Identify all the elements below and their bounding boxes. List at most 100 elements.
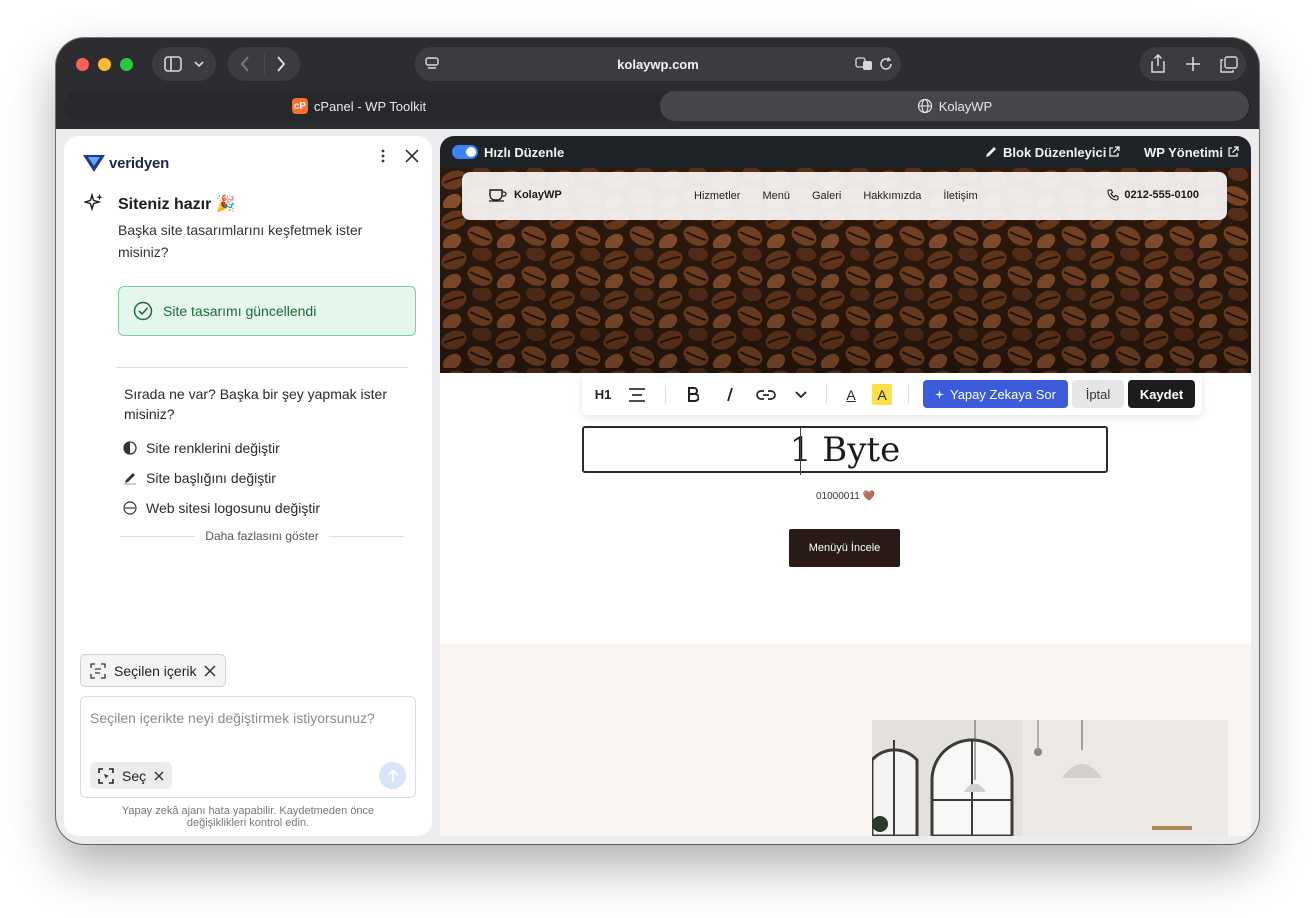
about-section xyxy=(440,644,1251,836)
cancel-button[interactable]: İptal xyxy=(1072,380,1124,408)
show-more[interactable]: Daha fazlasını göster xyxy=(120,529,404,543)
nav-link-services[interactable]: Hizmetler xyxy=(694,190,740,202)
brand-logo: veridyen xyxy=(82,153,169,173)
show-more-label: Daha fazlasını göster xyxy=(205,529,319,543)
site-phone[interactable]: 0212-555-0100 xyxy=(1107,189,1199,201)
more-format-button[interactable] xyxy=(790,382,812,407)
pick-element-chip[interactable]: Seç xyxy=(90,762,173,789)
translate-icon[interactable] xyxy=(855,57,873,71)
text-caret xyxy=(800,428,801,475)
send-button[interactable] xyxy=(379,762,406,789)
cafe-interior-illustration xyxy=(872,720,1228,836)
bold-icon xyxy=(688,387,699,402)
sparkle-icon xyxy=(935,389,944,399)
browser-window: kolaywp.com cP cPanel - WP Toolkit Kolay… xyxy=(56,38,1259,844)
align-button[interactable] xyxy=(626,382,648,407)
history-nav xyxy=(228,47,300,81)
divider xyxy=(116,367,408,368)
pick-element-icon xyxy=(98,767,114,784)
external-link-icon xyxy=(1109,146,1120,157)
pick-label: Seç xyxy=(122,767,147,784)
coffee-cup-icon xyxy=(489,189,507,202)
selected-content-chip[interactable]: Seçilen içerik xyxy=(80,654,227,687)
tab-cpanel[interactable]: cP cPanel - WP Toolkit xyxy=(64,91,654,121)
forward-icon[interactable] xyxy=(276,56,286,72)
url-text: kolaywp.com xyxy=(617,57,699,72)
phone-number: 0212-555-0100 xyxy=(1124,189,1199,201)
tab-kolaywp[interactable]: KolayWP xyxy=(660,91,1249,121)
nav-link-about[interactable]: Hakkımızda xyxy=(863,190,921,202)
cafe-interior-image xyxy=(872,720,1228,836)
chevron-down-icon xyxy=(795,390,807,398)
menu-cta-button[interactable]: Menüyü İncele xyxy=(789,529,900,567)
align-center-icon xyxy=(629,387,645,402)
prompt-composer[interactable]: Seçilen içerikte neyi değiştirmek istiyo… xyxy=(80,696,416,798)
editable-heading[interactable]: 1 Byte xyxy=(582,426,1108,475)
phone-icon xyxy=(1107,189,1119,201)
success-text: Site tasarımı güncellendi xyxy=(163,303,317,319)
site-logo[interactable]: KolayWP xyxy=(488,188,562,202)
site-navbar: KolayWP Hizmetler Menü Galeri Hakkımızda… xyxy=(462,172,1227,220)
logo-circle-icon xyxy=(123,501,137,515)
link-icon xyxy=(756,389,776,400)
block-editor-link[interactable]: Blok Düzenleyici xyxy=(1003,145,1106,160)
close-icon[interactable] xyxy=(405,149,419,163)
tab-label: cPanel - WP Toolkit xyxy=(313,98,427,114)
remove-pick-icon[interactable] xyxy=(154,771,164,781)
contrast-icon xyxy=(123,441,137,455)
site-logo-text: KolayWP xyxy=(514,189,562,201)
share-icon[interactable] xyxy=(1150,54,1166,74)
ask-ai-label: Yapay Zekaya Sor xyxy=(950,386,1056,402)
format-toolbar: H1 A A Yapay Zekaya Sor İptal Kaydet xyxy=(582,373,1202,415)
address-bar[interactable]: kolaywp.com xyxy=(415,47,901,81)
arrow-up-icon xyxy=(387,768,398,782)
suggestion-label: Web sitesi logosunu değiştir xyxy=(146,500,321,516)
veridyen-logo-icon xyxy=(83,155,105,172)
highlight-button[interactable]: A xyxy=(872,384,892,405)
zoom-window-button[interactable] xyxy=(120,58,133,71)
nav-link-menu[interactable]: Menü xyxy=(762,190,790,202)
external-link-icon xyxy=(1228,146,1239,157)
save-button[interactable]: Kaydet xyxy=(1128,380,1195,408)
success-alert: Site tasarımı güncellendi xyxy=(118,286,416,336)
wp-admin-link[interactable]: WP Yönetimi xyxy=(1144,145,1223,160)
text-color-button[interactable]: A xyxy=(840,382,862,407)
chip-label: Seçilen içerik xyxy=(114,662,197,679)
quick-edit-label: Hızlı Düzenle xyxy=(484,145,565,160)
ask-ai-button[interactable]: Yapay Zekaya Sor xyxy=(923,380,1068,408)
pencil-icon xyxy=(986,147,996,157)
sidebar-icon xyxy=(164,56,182,72)
suggestion-change-title[interactable]: Site başlığını değiştir xyxy=(123,470,276,486)
suggestion-label: Site renklerini değiştir xyxy=(146,440,280,456)
prompt-input[interactable]: Seçilen içerikte neyi değiştirmek istiyo… xyxy=(90,710,375,726)
nav-link-contact[interactable]: İletişim xyxy=(943,190,977,202)
sparkles-icon xyxy=(84,193,103,212)
heading-level-button[interactable]: H1 xyxy=(592,382,614,407)
ai-assistant-panel: veridyen Siteniz hazır 🎉 Başka site tasa… xyxy=(64,136,432,836)
suggestion-change-colors[interactable]: Site renklerini değiştir xyxy=(123,440,280,456)
suggestion-label: Site başlığını değiştir xyxy=(146,470,276,486)
tab-overview-icon[interactable] xyxy=(1220,56,1238,73)
tagline: 01000011 🤎 xyxy=(816,491,875,502)
minimize-window-button[interactable] xyxy=(98,58,111,71)
suggestion-change-logo[interactable]: Web sitesi logosunu değiştir xyxy=(123,500,320,516)
italic-button[interactable] xyxy=(719,382,741,407)
new-tab-icon[interactable] xyxy=(1185,56,1201,72)
brand-name: veridyen xyxy=(109,154,170,172)
back-icon[interactable] xyxy=(240,56,250,72)
reload-icon[interactable] xyxy=(879,57,893,71)
check-circle-icon xyxy=(133,301,153,321)
site-editor: Hızlı Düzenle Blok Düzenleyici WP Yöneti… xyxy=(440,136,1251,836)
italic-icon xyxy=(727,387,733,402)
nav-link-gallery[interactable]: Galeri xyxy=(812,190,841,202)
sidebar-toggle[interactable] xyxy=(152,47,216,81)
panel-subtitle: Başka site tasarımlarını keşfetmek ister… xyxy=(118,222,363,260)
bold-button[interactable] xyxy=(682,382,704,407)
close-window-button[interactable] xyxy=(76,58,89,71)
quick-edit-toggle[interactable] xyxy=(452,145,478,159)
more-options-icon[interactable] xyxy=(380,149,386,163)
panel-title: Siteniz hazır 🎉 xyxy=(118,196,236,213)
remove-chip-icon[interactable] xyxy=(204,664,217,677)
link-button[interactable] xyxy=(754,382,778,407)
tab-label: KolayWP xyxy=(938,98,993,114)
